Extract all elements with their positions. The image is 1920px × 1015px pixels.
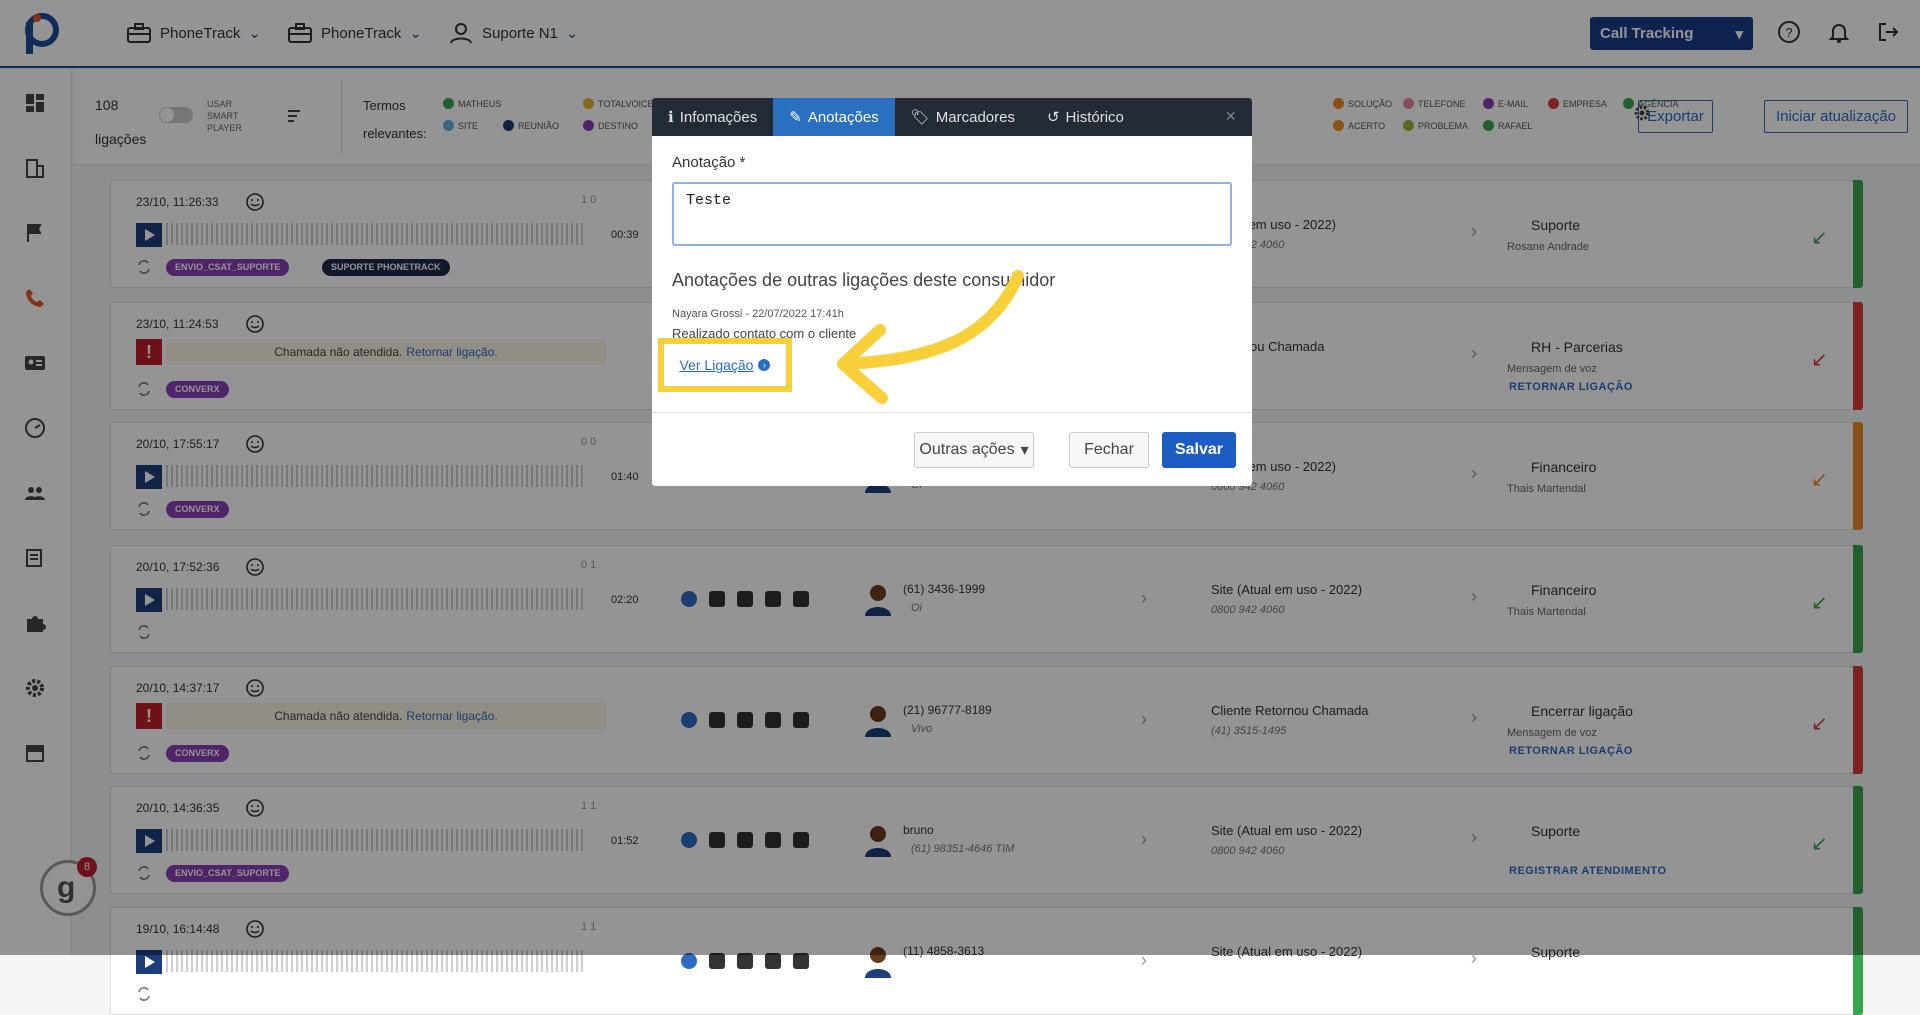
- tab-historico[interactable]: ↺ Histórico: [1031, 98, 1140, 136]
- history-icon: ↺: [1046, 109, 1060, 126]
- annotation-textarea[interactable]: Teste: [672, 182, 1232, 246]
- copy-icon[interactable]: [737, 953, 753, 969]
- tab-label: Infomações: [679, 108, 758, 126]
- save-button[interactable]: Salvar: [1162, 432, 1236, 468]
- modal-tabs: ℹ Infomações ✎ Anotações 🏷 Marcadores ↺ …: [652, 98, 1252, 136]
- tab-label: Histórico: [1065, 108, 1124, 126]
- more-actions-label: Outras ações: [919, 441, 1015, 458]
- close-icon[interactable]: ×: [1225, 106, 1236, 127]
- caret-down-icon: ▾: [1020, 442, 1029, 459]
- other-notes-title: Anotações de outras ligações deste consu…: [672, 270, 1056, 290]
- mail-icon[interactable]: [793, 953, 809, 969]
- see-call-label: Ver Ligação: [679, 357, 754, 373]
- info-icon[interactable]: [681, 953, 697, 969]
- see-call-link[interactable]: Ver Ligação ›: [680, 357, 771, 373]
- tab-informacoes[interactable]: ℹ Infomações: [652, 98, 773, 136]
- repeat-icon[interactable]: [136, 986, 152, 1002]
- tags-icon: 🏷: [910, 109, 930, 126]
- annotation-label: Anotação *: [672, 154, 746, 171]
- more-actions-button[interactable]: Outras ações ▾: [914, 432, 1034, 468]
- call-actions: [681, 953, 809, 969]
- tab-label: Anotações: [807, 108, 879, 126]
- info-icon: ℹ: [668, 109, 674, 126]
- see-call-highlight: Ver Ligação ›: [658, 338, 792, 392]
- history-icon[interactable]: [765, 953, 781, 969]
- close-button[interactable]: Fechar: [1069, 432, 1149, 468]
- tab-marcadores[interactable]: 🏷 Marcadores: [895, 98, 1031, 136]
- tab-label: Marcadores: [935, 108, 1015, 126]
- phone-icon[interactable]: [709, 953, 725, 969]
- chevron-circle-right-icon: ›: [758, 359, 771, 371]
- note-meta: Nayara Grossi - 22/07/2022 17:41h: [672, 308, 844, 320]
- modal-footer-divider: [652, 412, 1252, 413]
- edit-icon: ✎: [789, 109, 802, 126]
- call-details-modal: ℹ Infomações ✎ Anotações 🏷 Marcadores ↺ …: [652, 98, 1252, 486]
- tab-anotacoes[interactable]: ✎ Anotações: [773, 98, 895, 136]
